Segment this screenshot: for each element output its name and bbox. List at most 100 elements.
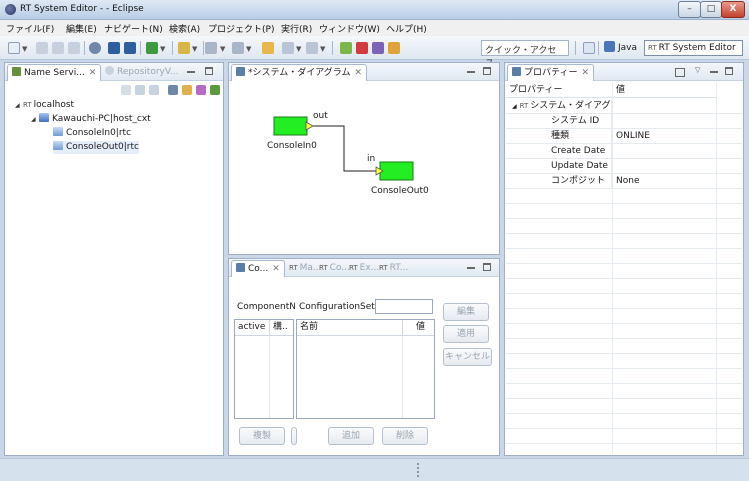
property-row[interactable]: Create Date — [506, 144, 742, 159]
perspective-rtse-button[interactable]: RT RT System Editor — [644, 40, 743, 56]
maximize-view-icon[interactable] — [483, 263, 491, 271]
menu-file[interactable]: ファイル(F) — [6, 22, 54, 35]
forward-dropdown-icon[interactable]: ▼ — [320, 45, 325, 53]
tab-repository-view[interactable]: RepositoryV... — [101, 64, 182, 81]
cancel-button[interactable]: キャンセル — [443, 348, 492, 366]
forward-nav-icon[interactable] — [149, 85, 159, 95]
view-menu-icon[interactable]: ▽ — [695, 66, 700, 74]
tool-dropdown-icon[interactable]: ▼ — [192, 45, 197, 53]
column-header-config[interactable]: 構.. — [270, 320, 293, 336]
save-all-icon[interactable] — [52, 42, 64, 54]
rtc-off-icon[interactable] — [124, 42, 136, 54]
maximize-button[interactable]: □ — [700, 1, 722, 18]
tab-properties[interactable]: プロパティー ✕ — [507, 64, 595, 81]
perspective-java-button[interactable]: Java — [604, 41, 637, 55]
forward-icon[interactable] — [306, 42, 318, 54]
add-button[interactable]: 追加 — [328, 427, 374, 445]
filter-icon[interactable] — [196, 85, 206, 95]
connect-icon[interactable] — [372, 42, 384, 54]
refresh-icon[interactable] — [210, 85, 220, 95]
tree-node-component[interactable]: ConsoleIn0|rtc — [53, 127, 131, 140]
tree-node-component[interactable]: ConsoleOut0|rtc — [53, 141, 139, 154]
expand-toggle-icon[interactable]: ◢ — [31, 113, 39, 126]
expand-toggle-icon[interactable]: ◢ — [15, 99, 23, 112]
home-icon[interactable] — [121, 85, 131, 95]
prev-annotation-dropdown-icon[interactable]: ▼ — [246, 45, 251, 53]
new-icon[interactable] — [8, 42, 20, 54]
new-dropdown-icon[interactable]: ▼ — [22, 45, 27, 53]
menu-navigate[interactable]: ナビゲート(N) — [104, 22, 163, 35]
save-icon[interactable] — [36, 42, 48, 54]
prev-annotation-icon[interactable] — [232, 42, 244, 54]
run-icon[interactable] — [146, 42, 158, 54]
minimize-view-icon[interactable] — [467, 71, 475, 73]
expand-toggle-icon[interactable]: ◢ — [512, 103, 517, 110]
back-nav-icon[interactable] — [135, 85, 145, 95]
tab-close-icon[interactable]: ✕ — [355, 68, 363, 78]
tab-name-service[interactable]: Name Servi... ✕ — [7, 64, 102, 81]
back-dropdown-icon[interactable]: ▼ — [296, 45, 301, 53]
maximize-view-icon[interactable] — [205, 67, 213, 75]
configuration-param-table[interactable]: 名前 値 — [296, 319, 435, 419]
diagram-canvas[interactable]: out ConsoleIn0 in ConsoleOut0 — [229, 82, 499, 254]
rtc-on-icon[interactable] — [108, 42, 120, 54]
print-icon[interactable] — [68, 42, 80, 54]
pin-view-icon[interactable] — [675, 68, 685, 77]
column-header-property[interactable]: プロパティー — [506, 83, 612, 98]
property-row[interactable]: 種類 ONLINE — [506, 129, 742, 144]
minimize-view-icon[interactable] — [467, 267, 475, 269]
status-bar-grip-icon[interactable] — [417, 463, 419, 477]
manager-icon[interactable] — [388, 42, 400, 54]
menu-project[interactable]: プロジェクト(P) — [208, 22, 274, 35]
minimize-view-icon[interactable] — [187, 71, 195, 73]
back-icon[interactable] — [282, 42, 294, 54]
outport-icon[interactable] — [305, 121, 314, 131]
menu-window[interactable]: ウィンドウ(W) — [319, 22, 380, 35]
property-row[interactable]: コンポジット None — [506, 174, 742, 189]
menu-help[interactable]: ヘルプ(H) — [386, 22, 427, 35]
configuration-set-table[interactable]: active 構.. — [234, 319, 294, 419]
tool-icon[interactable] — [178, 42, 190, 54]
maximize-view-icon[interactable] — [483, 67, 491, 75]
column-header-active[interactable]: active — [235, 320, 270, 336]
property-row[interactable]: システム ID — [506, 114, 742, 129]
component-consoleout0[interactable] — [375, 161, 414, 181]
column-header-value[interactable]: 値 — [403, 320, 434, 336]
annotation-icon[interactable] — [205, 42, 217, 54]
tab-close-icon[interactable]: ✕ — [581, 68, 589, 78]
copy-button[interactable]: 複製 — [239, 427, 285, 445]
run-dropdown-icon[interactable]: ▼ — [160, 45, 165, 53]
plugin-icon[interactable] — [340, 42, 352, 54]
annotation-dropdown-icon[interactable]: ▼ — [220, 45, 225, 53]
connector-line[interactable] — [312, 125, 378, 172]
column-header-value[interactable]: 値 — [613, 83, 717, 98]
tree-node-localhost[interactable]: ◢ RT localhost — [15, 99, 74, 112]
collapse-icon[interactable] — [168, 85, 178, 95]
open-perspective-icon[interactable] — [583, 42, 595, 54]
menu-run[interactable]: 実行(R) — [281, 22, 312, 35]
delete-button[interactable]: 削除 — [382, 427, 428, 445]
link-icon[interactable] — [182, 85, 192, 95]
apply-button[interactable]: 適用 — [443, 325, 489, 343]
tab-system-diagram[interactable]: *システム・ダイアグラム ✕ — [231, 64, 368, 81]
tab-configuration[interactable]: Co... ✕ — [231, 260, 285, 277]
minimize-button[interactable]: – — [678, 1, 701, 18]
property-row[interactable]: Update Date — [506, 159, 742, 174]
tree-node-host[interactable]: ◢ Kawauchi-PC|host_cxt — [31, 113, 151, 126]
settings-icon[interactable] — [89, 42, 101, 54]
property-row-root[interactable]: ◢ RT システム・ダイアグ — [506, 99, 742, 114]
component-consolein0[interactable] — [273, 116, 314, 136]
edit-button[interactable]: 編集 — [443, 303, 489, 321]
tab-rtc[interactable]: RT RT... — [375, 260, 412, 277]
menu-edit[interactable]: 編集(E) — [66, 22, 97, 35]
repository-icon[interactable] — [356, 42, 368, 54]
tab-close-icon[interactable]: ✕ — [272, 264, 280, 274]
menu-search[interactable]: 検索(A) — [169, 22, 200, 35]
minimize-view-icon[interactable] — [710, 71, 718, 73]
configuration-set-input[interactable] — [375, 299, 433, 314]
quick-access-input[interactable]: クイック・アクセス — [481, 40, 569, 69]
hidden-button-stub[interactable] — [291, 427, 297, 445]
properties-table[interactable]: プロパティー 値 ◢ RT システム・ダイアグ システム ID 種類 ONLINE … — [506, 83, 742, 453]
column-header-name[interactable]: 名前 — [297, 320, 403, 336]
maximize-view-icon[interactable] — [725, 67, 733, 75]
